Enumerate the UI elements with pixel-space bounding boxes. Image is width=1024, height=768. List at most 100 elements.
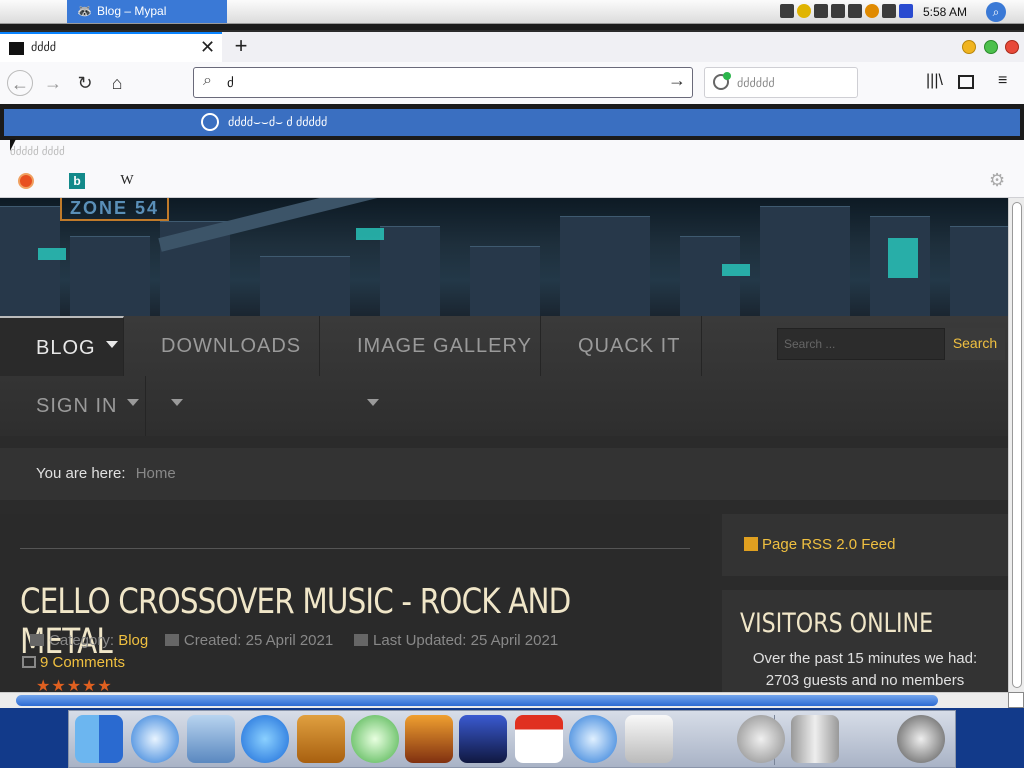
scroll-corner [1008, 692, 1024, 708]
visitors-title: VISITORS ONLINE [740, 608, 934, 639]
menu-label: BLOG [36, 337, 96, 359]
visitors-line-1: Over the past 15 minutes we had: [752, 650, 978, 667]
window-icon[interactable] [882, 4, 896, 18]
site-search-button[interactable]: Search [945, 328, 1005, 360]
chevron-down-icon [367, 399, 379, 406]
ichat-icon[interactable] [241, 715, 289, 763]
horizontal-scroll-thumb[interactable] [16, 695, 938, 706]
system-tray [780, 4, 913, 20]
menu-item-downloads[interactable]: DOWNLOADS [125, 316, 320, 406]
quicktime-icon[interactable] [569, 715, 617, 763]
display-icon[interactable] [814, 4, 828, 18]
sidebar-icon[interactable] [958, 75, 974, 89]
library-icon[interactable]: |||\ [926, 72, 943, 90]
menu-item-image-gallery[interactable]: IMAGE GALLERY [321, 316, 541, 406]
minimize-button[interactable] [962, 40, 976, 54]
chevron-down-icon [105, 341, 118, 348]
folder-icon [30, 634, 44, 646]
mail-icon[interactable] [187, 715, 235, 763]
notification-text: ძძძძ⌣⌣ძ⌣ ძ ძძძძძ [228, 115, 328, 129]
web-page: ZONE 54 BLOG DOWNLOADS IMAGE GALLERY QUA… [0, 198, 1008, 692]
horizontal-scrollbar[interactable] [0, 692, 1008, 708]
forward-button[interactable]: → [40, 70, 66, 96]
rss-link[interactable]: Page RSS 2.0 Feed [762, 536, 895, 553]
site-logo[interactable]: ZONE 54 [60, 198, 170, 221]
url-bar[interactable]: ⌕ ძ → [193, 67, 693, 98]
site-search-input[interactable]: Search ... [777, 328, 945, 360]
ical-icon[interactable] [515, 715, 563, 763]
raccoon-app-icon[interactable] [897, 715, 945, 763]
home-button[interactable]: ⌂ [104, 70, 130, 96]
calendar-icon [164, 634, 179, 646]
menu-item-blog[interactable]: BLOG [0, 316, 124, 376]
close-window-button[interactable] [1005, 40, 1019, 54]
back-button[interactable]: ← [7, 70, 33, 96]
reload-button[interactable]: ↻ [72, 70, 98, 96]
breadcrumb-home-link[interactable]: Home [136, 465, 176, 482]
wikipedia-icon[interactable]: W [119, 173, 135, 189]
notification-bar[interactable]: ძძძძ⌣⌣ძ⌣ ძ ძძძძძ [4, 109, 1020, 136]
system-preferences-icon[interactable] [625, 715, 673, 763]
menu-label: QUACK IT [578, 335, 681, 357]
security-icon[interactable] [797, 4, 811, 18]
safari-icon[interactable] [131, 715, 179, 763]
iphoto-icon[interactable] [405, 715, 453, 763]
raccoon-icon: 🦝 [77, 4, 92, 18]
bing-icon[interactable]: b [69, 173, 85, 189]
flag-icon[interactable] [899, 4, 913, 18]
active-window-task[interactable]: 🦝 Blog – Mypal [67, 0, 227, 23]
address-book-icon[interactable] [297, 715, 345, 763]
tab-bar: ძძძძ ✕ + [0, 30, 1024, 62]
apple-menu-icon[interactable] [18, 2, 38, 22]
finder-icon[interactable] [75, 715, 123, 763]
search-icon: ⌕ [203, 72, 212, 89]
mail-at-icon[interactable] [737, 715, 785, 763]
active-window-title: Blog – Mypal [97, 4, 167, 18]
go-arrow-icon[interactable]: → [668, 70, 686, 91]
chevron-down-icon [171, 399, 183, 406]
category-label: Category: [49, 632, 115, 649]
browser-tab[interactable]: ძძძძ ✕ [0, 32, 222, 62]
comments-count: 9 Comments [40, 654, 126, 671]
menu-label: IMAGE GALLERY [357, 335, 532, 357]
menu-item-quack-it[interactable]: QUACK IT [542, 316, 702, 376]
search-bar[interactable]: ძძძძძძ [704, 67, 858, 98]
keyboard-icon[interactable] [780, 4, 794, 18]
magnifier-icon[interactable] [865, 4, 879, 18]
spotlight-icon[interactable]: ⌕ [986, 2, 1006, 22]
rating-stars[interactable]: ★★★★★ [36, 676, 113, 692]
breadcrumb: You are here: Home [0, 448, 1008, 500]
itunes-icon[interactable] [351, 715, 399, 763]
divider [20, 548, 690, 549]
menu-label: SIGN IN [36, 395, 118, 417]
tab-title: ძძძძ [31, 40, 57, 54]
chevron-down-icon [127, 399, 140, 406]
article-meta: Category: Blog Created: 25 April 2021 La… [30, 632, 558, 649]
site-banner: ZONE 54 [0, 198, 1008, 316]
url-input[interactable]: ძ [227, 75, 234, 91]
globe-icon [201, 113, 219, 131]
terminal-favicon-icon [9, 42, 24, 55]
menu-item-sign-in[interactable]: SIGN IN [0, 376, 146, 436]
clock[interactable]: 5:58 AM [923, 0, 967, 24]
article-title[interactable]: CELLO CROSSOVER MUSIC - ROCK AND METAL [20, 582, 600, 662]
imovie-icon[interactable] [459, 715, 507, 763]
duckduckgo-icon[interactable] [18, 173, 34, 189]
close-tab-icon[interactable]: ✕ [200, 37, 215, 58]
navigation-toolbar: ← → ↻ ⌂ ⌕ ძ → ძძძძძძ |||\ ≡ [0, 62, 1024, 104]
vertical-scroll-thumb[interactable] [1012, 202, 1022, 688]
gear-icon[interactable]: ⚙ [989, 170, 1005, 191]
monitor-icon[interactable] [848, 4, 862, 18]
category-link[interactable]: Blog [118, 632, 148, 649]
visitors-text: Over the past 15 minutes we had: 2703 gu… [722, 648, 1008, 692]
os-menubar: 🦝 Blog – Mypal 5:58 AM ⌕ [0, 0, 1024, 24]
site-main-menu: BLOG DOWNLOADS IMAGE GALLERY QUACK IT SI… [0, 316, 1008, 436]
status-subnote: ძძძძძ ძძძძ [0, 140, 1024, 164]
hamburger-menu-icon[interactable]: ≡ [998, 72, 1007, 90]
new-tab-button[interactable]: + [230, 33, 252, 59]
trash-icon[interactable] [791, 715, 839, 763]
vertical-scrollbar[interactable] [1008, 198, 1024, 692]
maximize-button[interactable] [984, 40, 998, 54]
comments-link[interactable]: 9 Comments [22, 654, 126, 671]
volume-icon[interactable] [831, 4, 845, 18]
